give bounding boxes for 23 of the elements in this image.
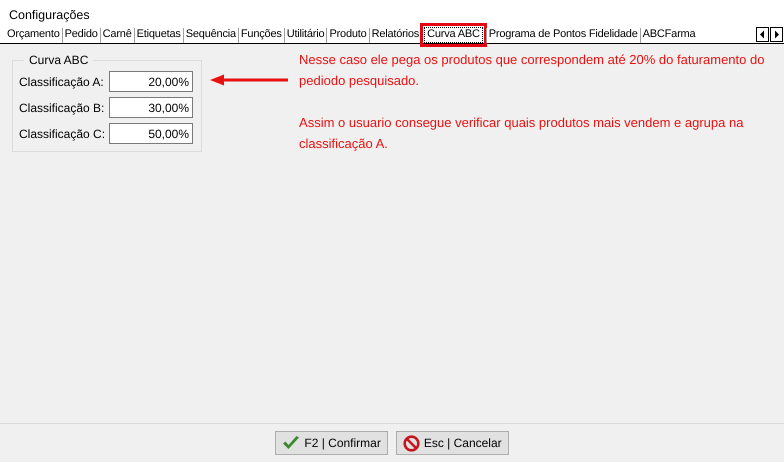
- input-field[interactable]: 30,00%: [109, 97, 194, 118]
- tab[interactable]: Programa de Pontos Fidelidade: [486, 28, 640, 43]
- tab[interactable]: ABCFarma: [640, 28, 698, 43]
- window-title: Configurações: [8, 7, 91, 24]
- tab[interactable]: Carnê: [100, 28, 134, 43]
- field-label: Classificação C:: [19, 126, 106, 140]
- tab[interactable]: Utilitário: [284, 28, 326, 43]
- tab[interactable]: Relatórios: [368, 28, 422, 43]
- annotation-text: Assim o usuario consegue verificar quais produtos mais vendem e agrupa na classificação A.: [299, 114, 744, 153]
- input-field[interactable]: 50,00%: [109, 123, 194, 144]
- tab[interactable]: Pedido: [62, 28, 100, 43]
- field-label: Classificação A:: [19, 74, 104, 88]
- tab[interactable]: Sequência: [182, 28, 238, 43]
- group-title: Curva ABC: [28, 53, 90, 67]
- tab[interactable]: Funções: [238, 28, 284, 43]
- tab[interactable]: Produto: [326, 28, 369, 43]
- confirm-button[interactable]: F2 | Confirmar: [275, 431, 388, 455]
- tab[interactable]: Orçamento: [7, 28, 62, 43]
- cancel-button[interactable]: Esc | Cancelar: [396, 431, 509, 455]
- tab[interactable]: Etiquetas: [134, 28, 183, 43]
- field-label: Classificação B:: [19, 100, 104, 114]
- input-field[interactable]: 20,00%: [109, 71, 194, 92]
- annotation-text: Nesse caso ele pega os produtos que correspondem até 20% do faturamento do pediodo pesquisado.: [299, 51, 766, 90]
